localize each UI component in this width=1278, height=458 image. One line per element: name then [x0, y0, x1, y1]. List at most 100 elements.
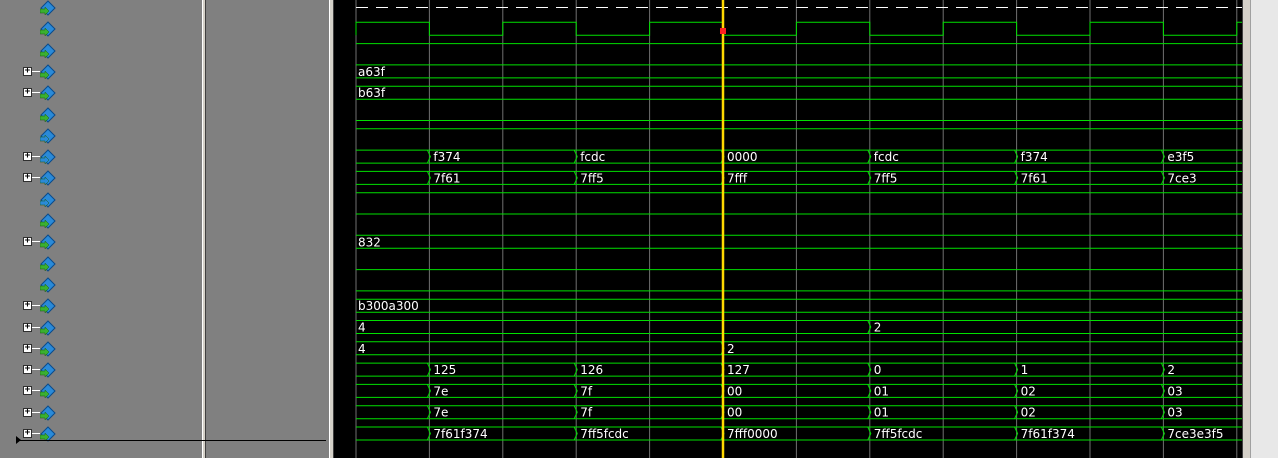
bus-value-label: 01 — [874, 384, 889, 398]
bus-value-label: 7fff — [727, 171, 748, 185]
value-row — [206, 40, 329, 61]
signal-row[interactable] — [0, 104, 202, 125]
input-port-icon — [39, 298, 56, 314]
waveform-pane[interactable]: a63f b63f f374 fcdc 0000 fcdc f374 e3f5 7f61 7ff5… — [334, 0, 1242, 458]
bus-value-label: 4 — [358, 321, 366, 335]
input-port-icon — [39, 21, 56, 38]
bus-value-label: 02 — [1021, 384, 1036, 398]
expand-plus-icon[interactable]: + — [23, 407, 32, 417]
value-row — [206, 274, 329, 295]
bus-value-label: 7ff5fcdc — [580, 427, 629, 441]
bus-value-label: b300a300 — [358, 299, 419, 313]
tree-connector — [32, 390, 40, 392]
bus-transition — [426, 362, 431, 377]
cursor-marker — [720, 28, 726, 34]
bus-value-label: 7e — [433, 384, 448, 398]
signal-row[interactable]: + — [0, 338, 202, 359]
signal-row[interactable]: + — [0, 402, 202, 423]
vertical-scrollbar[interactable] — [1250, 0, 1278, 458]
value-row — [206, 146, 329, 167]
signal-row[interactable]: + — [0, 317, 202, 338]
tree-connector — [32, 433, 40, 434]
input-port-icon — [39, 341, 56, 357]
bus-value-label: f374 — [433, 150, 460, 164]
bus-value-label: 7ce3 — [1167, 171, 1196, 185]
signal-row[interactable]: + — [0, 146, 202, 167]
bus-value-label: 2 — [874, 321, 882, 335]
bus-value-label: 832 — [358, 235, 381, 249]
bus-value-label: f374 — [1021, 150, 1048, 164]
insertion-marker-line — [16, 440, 326, 441]
signal-row[interactable] — [0, 18, 202, 39]
signal-row[interactable]: + — [0, 167, 202, 188]
bus-value-label: 01 — [874, 406, 889, 420]
bus-value-label: 7f — [580, 384, 593, 398]
value-row — [206, 380, 329, 401]
signal-row[interactable]: + — [0, 82, 202, 103]
tree-connector — [32, 326, 40, 328]
signal-row[interactable]: + — [0, 359, 202, 380]
bus-value-label: fcdc — [580, 150, 605, 164]
bus-value-label: 7ce3e3f5 — [1167, 427, 1223, 441]
expand-plus-icon[interactable]: + — [23, 66, 32, 76]
bus-value-label: 00 — [727, 384, 742, 398]
signal-name-pane: + + + + + + + + + + + + — [0, 0, 202, 458]
output-port-icon — [39, 191, 56, 208]
signal-row[interactable] — [0, 253, 202, 274]
bus-transition — [426, 149, 431, 164]
bus-value-label: 7f61 — [433, 171, 460, 185]
value-row — [206, 210, 329, 231]
input-port-icon — [39, 404, 56, 421]
value-row — [206, 338, 329, 359]
value-row — [206, 167, 329, 188]
signal-row[interactable]: + — [0, 295, 202, 316]
waveform-canvas[interactable]: a63fb63ff374 fcdc 0000 fcdc f374 e3f57f61 7ff5… — [334, 0, 1242, 458]
output-port-icon — [39, 128, 56, 144]
bus-value-label: e3f5 — [1167, 150, 1194, 164]
bus-value-label: 00 — [727, 406, 742, 420]
input-port-icon — [39, 277, 56, 293]
expand-plus-icon[interactable]: + — [23, 173, 32, 183]
value-row — [206, 402, 329, 423]
signal-row[interactable] — [0, 40, 202, 61]
output-port-icon — [39, 149, 56, 165]
expand-plus-icon[interactable]: + — [23, 301, 32, 311]
value-row — [206, 189, 329, 210]
signal-row[interactable] — [0, 210, 202, 231]
bus-value-label: 7f61 — [1021, 171, 1048, 185]
signal-row[interactable]: + — [0, 61, 202, 82]
input-port-icon — [39, 42, 56, 59]
value-row — [206, 61, 329, 82]
bus-value-label: 127 — [727, 363, 750, 377]
signal-row[interactable] — [0, 189, 202, 210]
value-row — [206, 231, 329, 252]
expand-plus-icon[interactable]: + — [23, 237, 32, 247]
input-port-icon — [39, 362, 56, 378]
input-port-icon — [39, 255, 56, 272]
bus-value-label: b63f — [358, 86, 386, 100]
tree-connector — [32, 347, 40, 349]
expand-plus-icon[interactable]: + — [23, 365, 32, 375]
signal-row[interactable] — [0, 0, 202, 18]
value-row — [206, 18, 329, 39]
bus-value-label: 02 — [1021, 406, 1036, 420]
expand-plus-icon[interactable]: + — [23, 152, 32, 162]
bus-value-label: 7ff5fcdc — [874, 427, 923, 441]
input-port-icon — [39, 213, 56, 229]
bus-value-label: 0 — [874, 363, 882, 377]
signal-row[interactable]: + — [0, 231, 202, 252]
bus-value-label: 7fff0000 — [727, 427, 778, 441]
expand-plus-icon[interactable]: + — [23, 88, 32, 98]
input-port-icon — [39, 319, 56, 336]
bus-value-label: 03 — [1167, 384, 1182, 398]
expand-plus-icon[interactable]: + — [23, 386, 32, 396]
signal-row[interactable] — [0, 125, 202, 146]
signal-row[interactable]: + — [0, 380, 202, 401]
tree-connector — [32, 305, 40, 307]
value-row — [206, 317, 329, 338]
expand-plus-icon[interactable]: + — [23, 343, 32, 353]
expand-plus-icon[interactable]: + — [23, 429, 32, 438]
signal-row[interactable] — [0, 274, 202, 295]
tree-connector — [32, 241, 40, 243]
expand-plus-icon[interactable]: + — [23, 322, 32, 332]
